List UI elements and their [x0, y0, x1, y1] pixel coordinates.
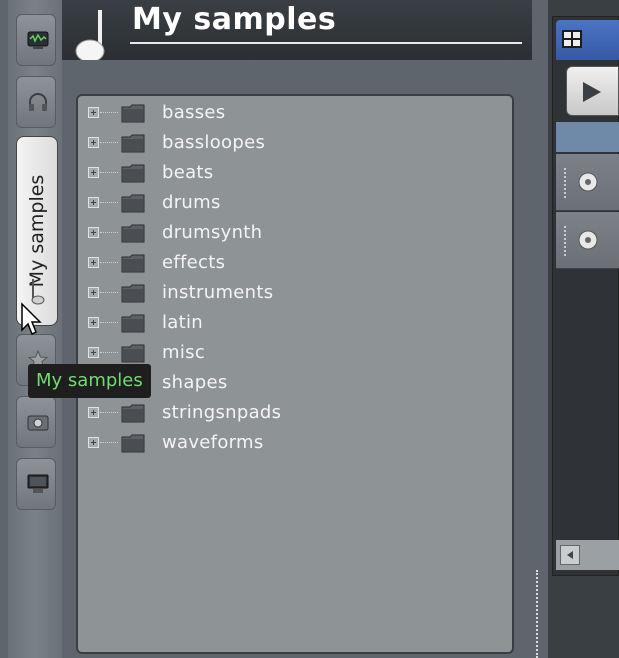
track-row[interactable]: [556, 154, 619, 211]
tree-folder-item[interactable]: beats: [88, 161, 388, 187]
grid-icon: [562, 30, 582, 48]
tree-folder-item[interactable]: latin: [88, 311, 388, 337]
play-icon: [583, 82, 601, 102]
tree-connector: [100, 172, 118, 173]
expand-icon[interactable]: [88, 407, 99, 418]
scroll-left-button[interactable]: [560, 545, 580, 565]
mouse-cursor-icon: [21, 302, 42, 336]
tree-folder-label: basses: [162, 102, 226, 123]
gear-icon: [564, 168, 598, 198]
folder-icon: [121, 164, 145, 183]
expand-icon[interactable]: [88, 227, 99, 238]
tree-folder-item[interactable]: drumsynth: [88, 221, 388, 247]
monitor-equalizer-icon: [27, 31, 49, 49]
tab-mixer[interactable]: [16, 14, 56, 66]
track-row[interactable]: [556, 212, 619, 269]
expand-icon[interactable]: [88, 317, 99, 328]
tree-folder-item[interactable]: bassloopes: [88, 131, 388, 157]
tree-connector: [100, 232, 118, 233]
tab-media[interactable]: [16, 396, 56, 448]
tree-folder-label: instruments: [162, 282, 274, 303]
gear-icon: [564, 226, 598, 256]
tree-connector: [100, 352, 118, 353]
play-button[interactable]: [566, 66, 619, 116]
tree-folder-label: misc: [162, 342, 206, 363]
tab-computer[interactable]: [16, 458, 56, 510]
camera-folder-icon: [27, 415, 49, 431]
chevron-left-icon: [567, 551, 573, 559]
tree-folder-label: drums: [162, 192, 221, 213]
title-underline: [130, 42, 522, 44]
tree-folder-label: waveforms: [162, 432, 264, 453]
music-note-icon: [75, 10, 105, 63]
folder-icon: [121, 404, 145, 423]
tree-folder-item[interactable]: stringsnpads: [88, 401, 388, 427]
folder-icon: [121, 254, 145, 273]
folder-icon: [121, 224, 145, 243]
tree-connector: [100, 412, 118, 413]
tree-folder-label: beats: [162, 162, 214, 183]
tree-folder-item[interactable]: instruments: [88, 281, 388, 307]
tree-folder-label: drumsynth: [162, 222, 263, 243]
tree-folder-label: shapes: [162, 372, 228, 393]
folder-icon: [121, 284, 145, 303]
tree-folder-label: bassloopes: [162, 132, 266, 153]
folder-icon: [121, 314, 145, 333]
tab-my-samples-label: My samples: [26, 174, 48, 288]
tree-folder-item[interactable]: effects: [88, 251, 388, 277]
tree-connector: [100, 262, 118, 263]
headphones-icon: [29, 93, 47, 111]
tree-connector: [100, 322, 118, 323]
right-window-titlebar[interactable]: [556, 20, 619, 60]
page-title: My samples: [132, 2, 337, 37]
tree-folder-item[interactable]: waveforms: [88, 431, 388, 457]
expand-icon[interactable]: [88, 347, 99, 358]
folder-icon: [121, 104, 145, 123]
expand-icon[interactable]: [88, 197, 99, 208]
expand-icon[interactable]: [88, 437, 99, 448]
expand-icon[interactable]: [88, 137, 99, 148]
tree-folder-item[interactable]: basses: [88, 101, 388, 127]
tree-connector: [100, 442, 118, 443]
tree-folder-label: latin: [162, 312, 203, 333]
tree-connector: [100, 112, 118, 113]
tree-folder-label: stringsnpads: [162, 402, 282, 423]
expand-icon[interactable]: [88, 107, 99, 118]
expand-icon[interactable]: [88, 167, 99, 178]
tab-my-samples[interactable]: My samples: [16, 136, 58, 326]
tree-connector: [100, 202, 118, 203]
computer-icon: [27, 474, 49, 493]
expand-icon[interactable]: [88, 287, 99, 298]
tree-folder-label: effects: [162, 252, 226, 273]
tree-connector: [100, 142, 118, 143]
expand-icon[interactable]: [88, 257, 99, 268]
folder-icon: [121, 434, 145, 453]
tooltip: My samples: [28, 364, 151, 398]
folder-icon: [121, 194, 145, 213]
folder-icon: [121, 134, 145, 153]
tree-connector: [100, 292, 118, 293]
splitter-handle[interactable]: [536, 570, 542, 658]
tree-folder-item[interactable]: drums: [88, 191, 388, 217]
tab-headphones[interactable]: [16, 76, 56, 128]
right-window-bar: [556, 122, 619, 152]
folder-icon: [121, 344, 145, 363]
